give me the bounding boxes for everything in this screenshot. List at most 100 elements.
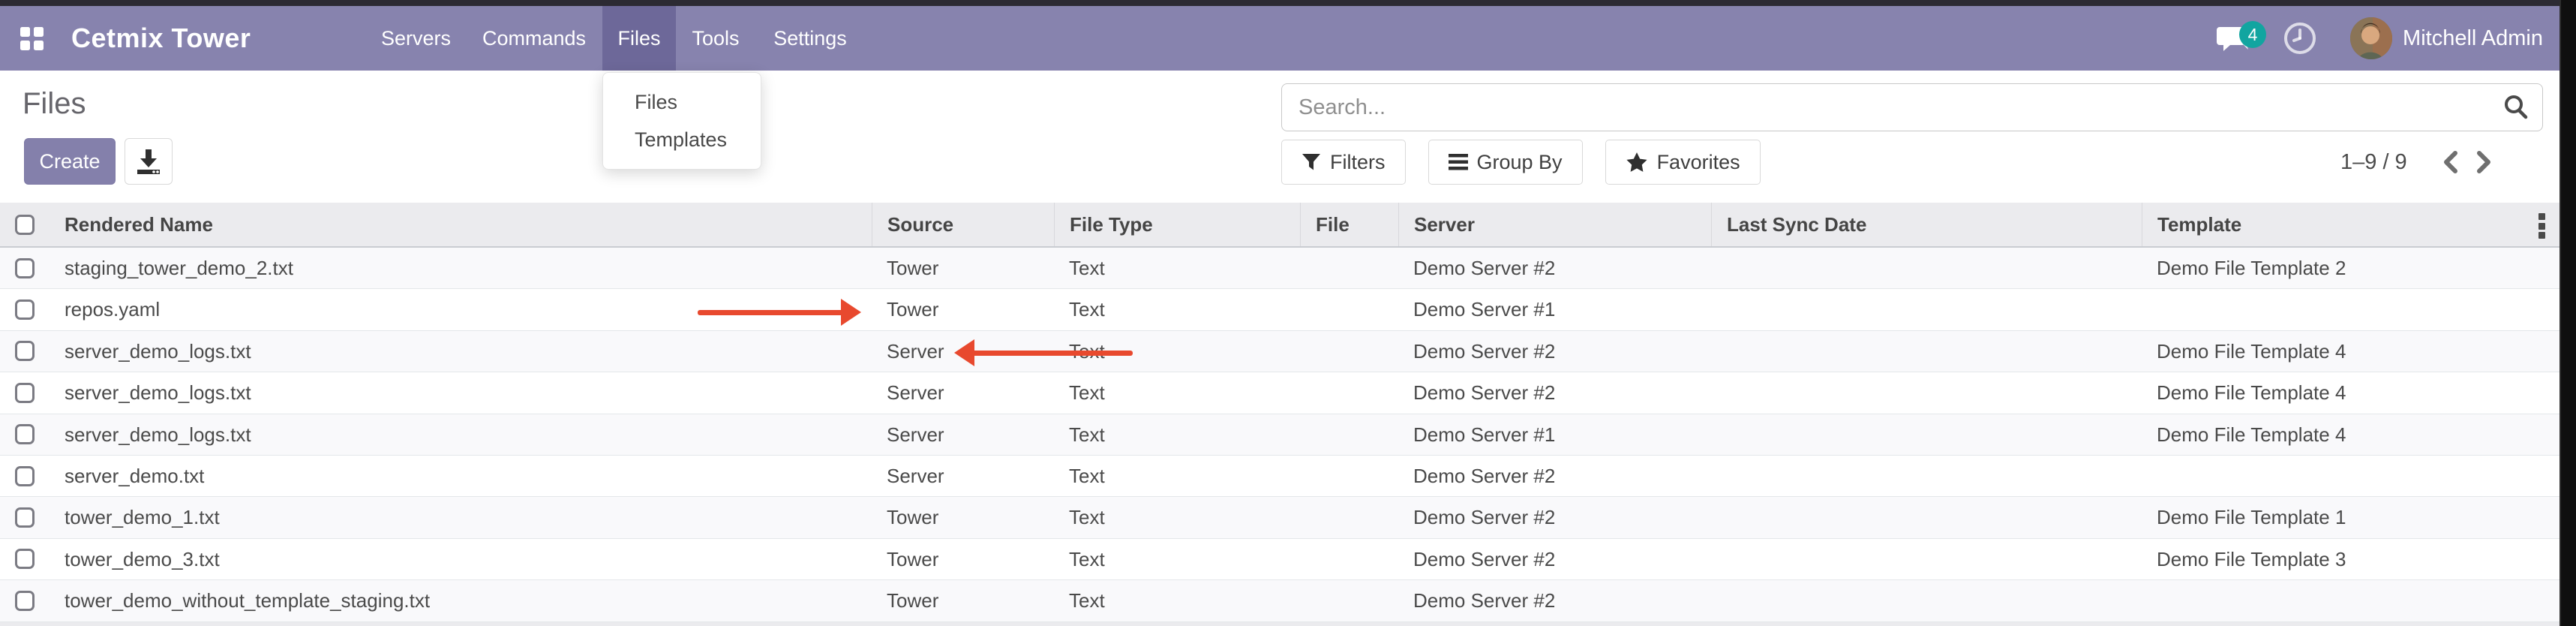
row-checkbox[interactable]	[15, 424, 35, 444]
download-icon	[134, 147, 163, 176]
screen-top-edge	[0, 0, 2576, 6]
user-menu[interactable]: Mitchell Admin	[2403, 26, 2543, 51]
cell-server: Demo Server #2	[1398, 497, 1711, 537]
create-button[interactable]: Create	[24, 138, 116, 185]
messages-count-badge: 4	[2239, 21, 2266, 48]
cell-template	[2142, 289, 2576, 330]
cell-file	[1300, 497, 1398, 537]
column-header-server[interactable]: Server	[1398, 203, 1711, 246]
row-checkbox[interactable]	[15, 507, 35, 528]
cell-file	[1300, 456, 1398, 496]
cell-file-type: Text	[1054, 456, 1300, 496]
cell-file	[1300, 414, 1398, 455]
cell-rendered-name: tower_demo_1.txt	[50, 497, 872, 537]
apps-menu-button[interactable]	[12, 6, 51, 71]
pager-next-icon	[2474, 149, 2493, 175]
row-checkbox[interactable]	[15, 383, 35, 403]
cell-template	[2142, 456, 2576, 496]
cell-template	[2142, 580, 2576, 621]
table-row[interactable]: tower_demo_without_template_staging.txt …	[0, 580, 2576, 621]
activities-button[interactable]	[2271, 6, 2329, 71]
table-row[interactable]: server_demo_logs.txt Server Text Demo Se…	[0, 331, 2576, 372]
favorites-label: Favorites	[1657, 151, 1740, 174]
search-icon	[2501, 92, 2531, 122]
files-list-view: Rendered Name Source File Type File Serv…	[0, 203, 2576, 626]
table-row[interactable]: staging_tower_demo_2.txt Tower Text Demo…	[0, 248, 2576, 289]
pager-next-button[interactable]	[2467, 140, 2500, 185]
search-submit-button[interactable]	[2490, 85, 2542, 130]
table-row[interactable]: tower_demo_1.txt Tower Text Demo Server …	[0, 497, 2576, 538]
table-row[interactable]: repos.yaml Tower Text Demo Server #1	[0, 289, 2576, 330]
row-checkbox[interactable]	[15, 258, 35, 278]
group-by-icon	[1449, 153, 1468, 171]
table-row[interactable]: server_demo_logs.txt Server Text Demo Se…	[0, 414, 2576, 456]
filters-button[interactable]: Filters	[1281, 140, 1406, 185]
search-input[interactable]	[1282, 85, 2490, 130]
page-title: Files	[23, 87, 86, 121]
list-header-row: Rendered Name Source File Type File Serv…	[0, 203, 2576, 248]
select-all-checkbox[interactable]	[15, 215, 35, 235]
column-header-template[interactable]: Template	[2142, 203, 2576, 246]
pager-previous-icon	[2441, 149, 2460, 175]
search-view-buttons: Filters Group By Favorites	[1281, 140, 1761, 185]
cell-template: Demo File Template 3	[2142, 539, 2576, 579]
cell-file-type: Text	[1054, 372, 1300, 413]
menu-item-commands[interactable]: Commands	[466, 6, 602, 71]
cell-file-type: Text	[1054, 539, 1300, 579]
cell-server: Demo Server #2	[1398, 331, 1711, 372]
column-header-file-type[interactable]: File Type	[1054, 203, 1300, 246]
table-row[interactable]: server_demo.txt Server Text Demo Server …	[0, 456, 2576, 497]
dropdown-item-files[interactable]: Files	[603, 83, 761, 121]
pager: 1–9 / 9	[2340, 140, 2500, 185]
list-footer-strip	[0, 622, 2576, 626]
cell-file	[1300, 289, 1398, 330]
column-options-icon[interactable]	[2532, 213, 2550, 239]
column-header-rendered-name[interactable]: Rendered Name	[50, 203, 872, 246]
row-checkbox[interactable]	[15, 549, 35, 569]
menu-item-tools[interactable]: Tools	[676, 6, 755, 71]
row-checkbox[interactable]	[15, 591, 35, 611]
cell-source: Tower	[872, 289, 1054, 330]
cell-server: Demo Server #2	[1398, 580, 1711, 621]
cell-source: Tower	[872, 539, 1054, 579]
pager-previous-button[interactable]	[2434, 140, 2467, 185]
cell-source: Server	[872, 414, 1054, 455]
table-row[interactable]: server_demo_logs.txt Server Text Demo Se…	[0, 372, 2576, 414]
cell-source: Server	[872, 372, 1054, 413]
menu-item-settings[interactable]: Settings	[755, 6, 865, 71]
cell-file	[1300, 248, 1398, 288]
import-button[interactable]	[125, 138, 173, 185]
cell-last-sync	[1711, 372, 2142, 413]
cell-template: Demo File Template 1	[2142, 497, 2576, 537]
group-by-button[interactable]: Group By	[1428, 140, 1583, 185]
cell-file-type: Text	[1054, 580, 1300, 621]
favorites-button[interactable]: Favorites	[1605, 140, 1761, 185]
cell-server: Demo Server #2	[1398, 248, 1711, 288]
cell-rendered-name: server_demo_logs.txt	[50, 414, 872, 455]
cell-last-sync	[1711, 414, 2142, 455]
cell-last-sync	[1711, 497, 2142, 537]
dropdown-item-templates[interactable]: Templates	[603, 121, 761, 158]
row-checkbox[interactable]	[15, 466, 35, 486]
select-all-cell	[0, 203, 50, 246]
cell-template: Demo File Template 4	[2142, 331, 2576, 372]
search-bar	[1281, 83, 2543, 131]
pager-range: 1–9 / 9	[2340, 150, 2407, 175]
cell-file-type: Text	[1054, 497, 1300, 537]
avatar[interactable]	[2350, 17, 2392, 59]
screen-right-edge	[2559, 0, 2576, 626]
row-checkbox[interactable]	[15, 341, 35, 361]
column-header-last-sync-date[interactable]: Last Sync Date	[1711, 203, 2142, 246]
cell-file-type: Text	[1054, 289, 1300, 330]
cell-server: Demo Server #2	[1398, 456, 1711, 496]
files-menu-dropdown: Files Templates	[602, 72, 761, 170]
menu-item-servers[interactable]: Servers	[366, 6, 466, 71]
column-header-file[interactable]: File	[1300, 203, 1398, 246]
column-header-source[interactable]: Source	[872, 203, 1054, 246]
cell-rendered-name: tower_demo_3.txt	[50, 539, 872, 579]
menu-item-files[interactable]: Files	[602, 6, 676, 71]
row-checkbox[interactable]	[15, 299, 35, 320]
table-row[interactable]: tower_demo_3.txt Tower Text Demo Server …	[0, 539, 2576, 580]
messages-button[interactable]: 4	[2217, 6, 2271, 71]
cell-last-sync	[1711, 456, 2142, 496]
